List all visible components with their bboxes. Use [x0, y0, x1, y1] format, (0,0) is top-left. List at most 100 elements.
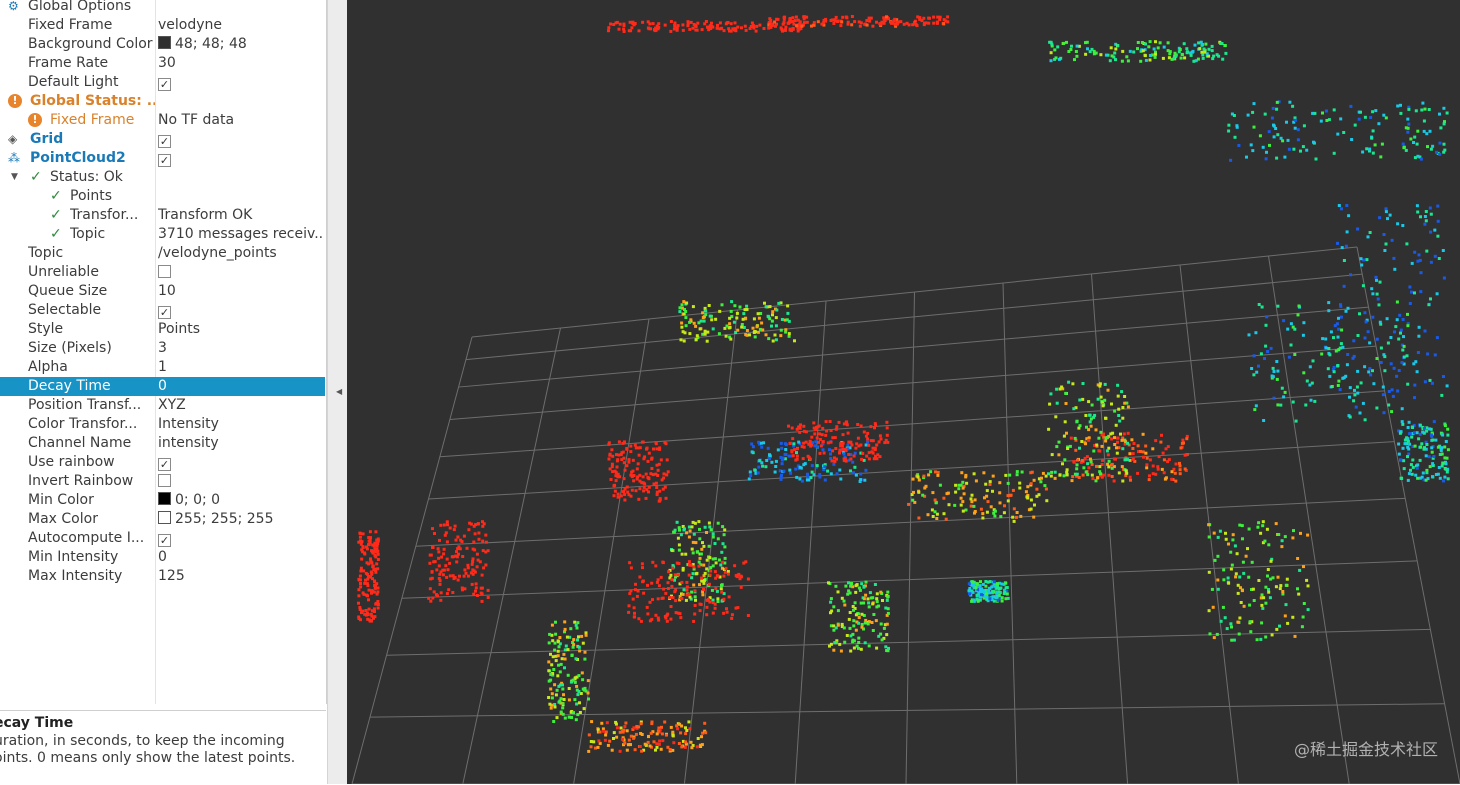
property-row-points[interactable]: ✓ Points: [0, 187, 325, 206]
cloud-point: [581, 678, 585, 682]
property-row-position-transf[interactable]: Position Transf... XYZ: [0, 396, 325, 415]
cloud-point: [1342, 131, 1346, 134]
property-row-alpha[interactable]: Alpha 1: [0, 358, 325, 377]
property-value[interactable]: ✓: [158, 529, 324, 548]
property-row-topic[interactable]: ✓ Topic 3710 messages receiv...: [0, 225, 325, 244]
property-value[interactable]: 125: [158, 567, 324, 586]
cloud-point: [796, 447, 799, 451]
property-row-decay-time[interactable]: Decay Time 0: [0, 377, 325, 396]
property-value[interactable]: ✓: [158, 130, 324, 149]
pointcloud-scene[interactable]: [347, 0, 1460, 784]
property-value[interactable]: 0: [158, 548, 324, 567]
cloud-point: [879, 437, 883, 441]
checkbox-unchecked[interactable]: [158, 474, 171, 487]
property-value[interactable]: XYZ: [158, 396, 324, 415]
property-value[interactable]: intensity: [158, 434, 324, 453]
property-value[interactable]: 30: [158, 54, 324, 73]
property-row-queue-size[interactable]: Queue Size 10: [0, 282, 325, 301]
cloud-point: [945, 492, 949, 496]
property-row-channel-name[interactable]: Channel Name intensity: [0, 434, 325, 453]
property-value[interactable]: [158, 0, 324, 16]
property-row-status-ok[interactable]: ✓ ▼ Status: Ok: [0, 168, 325, 187]
property-value[interactable]: ✓: [158, 453, 324, 472]
property-value[interactable]: [158, 472, 324, 491]
property-row-topic[interactable]: Topic/velodyne_points: [0, 244, 325, 263]
property-value[interactable]: No TF data: [158, 111, 324, 130]
cloud-point: [1337, 316, 1340, 320]
property-row-selectable[interactable]: Selectable ✓: [0, 301, 325, 320]
property-value[interactable]: Points: [158, 320, 324, 339]
checkbox-checked[interactable]: ✓: [158, 306, 171, 319]
property-value[interactable]: 255; 255; 255: [158, 510, 324, 529]
property-row-frame-rate[interactable]: Frame Rate 30: [0, 54, 325, 73]
expand-arrow-icon[interactable]: ▼: [11, 168, 18, 187]
checkbox-checked[interactable]: ✓: [158, 78, 171, 91]
property-row-autocompute-i[interactable]: Autocompute I... ✓: [0, 529, 325, 548]
property-row-fixed-frame[interactable]: ! Fixed Frame No TF data: [0, 111, 325, 130]
cloud-point: [953, 503, 957, 507]
property-row-min-intensity[interactable]: Min Intensity 0: [0, 548, 325, 567]
cloud-point: [645, 605, 649, 609]
cloud-point: [1379, 155, 1383, 159]
property-value[interactable]: [158, 168, 324, 187]
cloud-point: [859, 443, 863, 447]
property-row-grid[interactable]: ◈ Grid ✓: [0, 130, 325, 149]
property-row-use-rainbow[interactable]: Use rainbow ✓: [0, 453, 325, 472]
cloud-point: [1093, 413, 1097, 417]
cloud-point: [1294, 118, 1298, 122]
checkbox-unchecked[interactable]: [158, 265, 171, 278]
property-row-global-status[interactable]: ! Global Status: ...: [0, 92, 325, 111]
property-value[interactable]: 48; 48; 48: [158, 35, 324, 54]
property-value[interactable]: 1: [158, 358, 324, 377]
property-row-unreliable[interactable]: Unreliable: [0, 263, 325, 282]
checkbox-checked[interactable]: ✓: [158, 135, 171, 148]
property-value[interactable]: 0; 0; 0: [158, 491, 324, 510]
collapse-arrow-icon[interactable]: ◀: [336, 387, 342, 396]
property-row-color-transfor[interactable]: Color Transfor... Intensity: [0, 415, 325, 434]
property-row-min-color[interactable]: Min Color 0; 0; 0: [0, 491, 325, 510]
property-value[interactable]: ✓: [158, 73, 324, 92]
cloud-point: [824, 433, 828, 437]
property-value[interactable]: ✓: [158, 301, 324, 320]
checkbox-checked[interactable]: ✓: [158, 154, 171, 167]
property-row-max-intensity[interactable]: Max Intensity 125: [0, 567, 325, 586]
property-row-style[interactable]: Style Points: [0, 320, 325, 339]
property-row-fixed-frame[interactable]: Fixed Frame velodyne: [0, 16, 325, 35]
property-value[interactable]: [158, 263, 324, 282]
property-value[interactable]: Transform OK: [158, 206, 324, 225]
cloud-point: [643, 482, 647, 486]
cloud-point: [618, 475, 622, 479]
cloud-point: [1271, 366, 1275, 370]
cloud-point: [1156, 465, 1160, 469]
property-row-background-color[interactable]: Background Color 48; 48; 48: [0, 35, 325, 54]
property-row-transfor[interactable]: ✓ Transfor... Transform OK: [0, 206, 325, 225]
cloud-point: [608, 739, 612, 743]
property-row-global-options[interactable]: ⚙ Global Options: [0, 0, 325, 16]
cloud-point: [806, 475, 810, 479]
property-value[interactable]: Intensity: [158, 415, 324, 434]
property-row-max-color[interactable]: Max Color 255; 255; 255: [0, 510, 325, 529]
cloud-point: [1359, 110, 1362, 114]
property-row-size-pixels[interactable]: Size (Pixels) 3: [0, 339, 325, 358]
property-value[interactable]: 10: [158, 282, 324, 301]
property-row-default-light[interactable]: Default Light ✓: [0, 73, 325, 92]
cloud-point: [1324, 337, 1328, 341]
cloud-point: [1310, 381, 1314, 385]
property-row-invert-rainbow[interactable]: Invert Rainbow: [0, 472, 325, 491]
property-value[interactable]: [158, 92, 324, 111]
checkbox-checked[interactable]: ✓: [158, 458, 171, 471]
checkbox-checked[interactable]: ✓: [158, 534, 171, 547]
property-row-pointcloud2[interactable]: ⁂ PointCloud2 ✓: [0, 149, 325, 168]
property-value[interactable]: velodyne: [158, 16, 324, 35]
property-value[interactable]: 3: [158, 339, 324, 358]
property-value[interactable]: [158, 187, 324, 206]
property-value[interactable]: 3710 messages receiv...: [158, 225, 324, 244]
property-value[interactable]: /velodyne_points: [158, 244, 324, 263]
3d-render-view[interactable]: @稀土掘金技术社区: [347, 0, 1460, 784]
cloud-point: [967, 582, 971, 586]
cloud-point: [1011, 488, 1015, 492]
property-value[interactable]: 0: [158, 377, 324, 396]
property-value[interactable]: ✓: [158, 149, 324, 168]
cloud-point: [716, 23, 719, 27]
cloud-point: [376, 558, 380, 561]
